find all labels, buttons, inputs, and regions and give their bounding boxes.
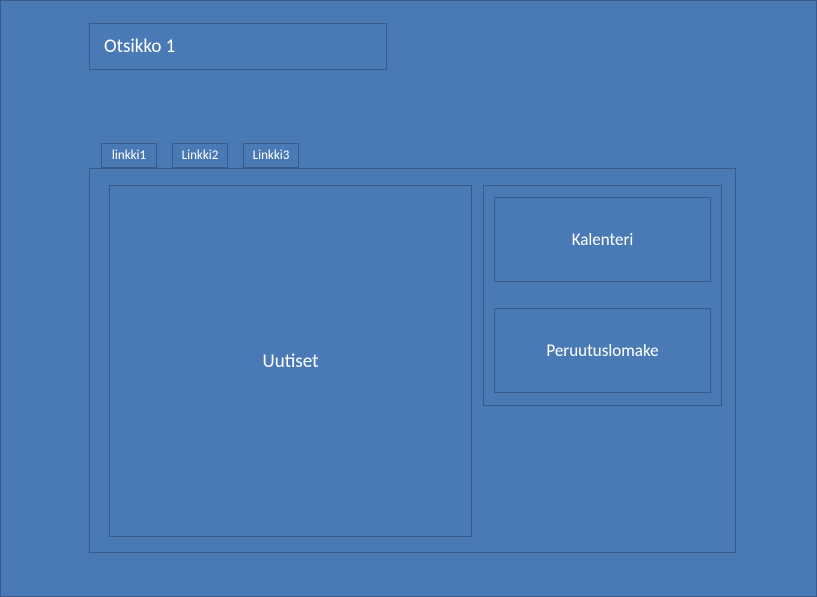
cancel-form-widget: Peruutuslomake bbox=[494, 308, 711, 393]
tab-link-3-label: Linkki3 bbox=[253, 148, 290, 163]
page-title-box: Otsikko 1 bbox=[89, 23, 387, 70]
wireframe-canvas: Otsikko 1 linkki1 Linkki2 Linkki3 Uutise… bbox=[0, 0, 817, 597]
tab-link-1[interactable]: linkki1 bbox=[101, 143, 157, 168]
news-section-label: Uutiset bbox=[263, 350, 319, 373]
page-title-label: Otsikko 1 bbox=[104, 35, 175, 58]
tab-link-1-label: linkki1 bbox=[112, 148, 146, 163]
tab-link-2[interactable]: Linkki2 bbox=[172, 143, 228, 168]
news-section: Uutiset bbox=[109, 185, 472, 537]
cancel-form-widget-label: Peruutuslomake bbox=[546, 340, 658, 361]
calendar-widget-label: Kalenteri bbox=[572, 229, 634, 250]
tab-link-2-label: Linkki2 bbox=[182, 148, 219, 163]
calendar-widget: Kalenteri bbox=[494, 197, 711, 282]
tab-link-3[interactable]: Linkki3 bbox=[243, 143, 299, 168]
